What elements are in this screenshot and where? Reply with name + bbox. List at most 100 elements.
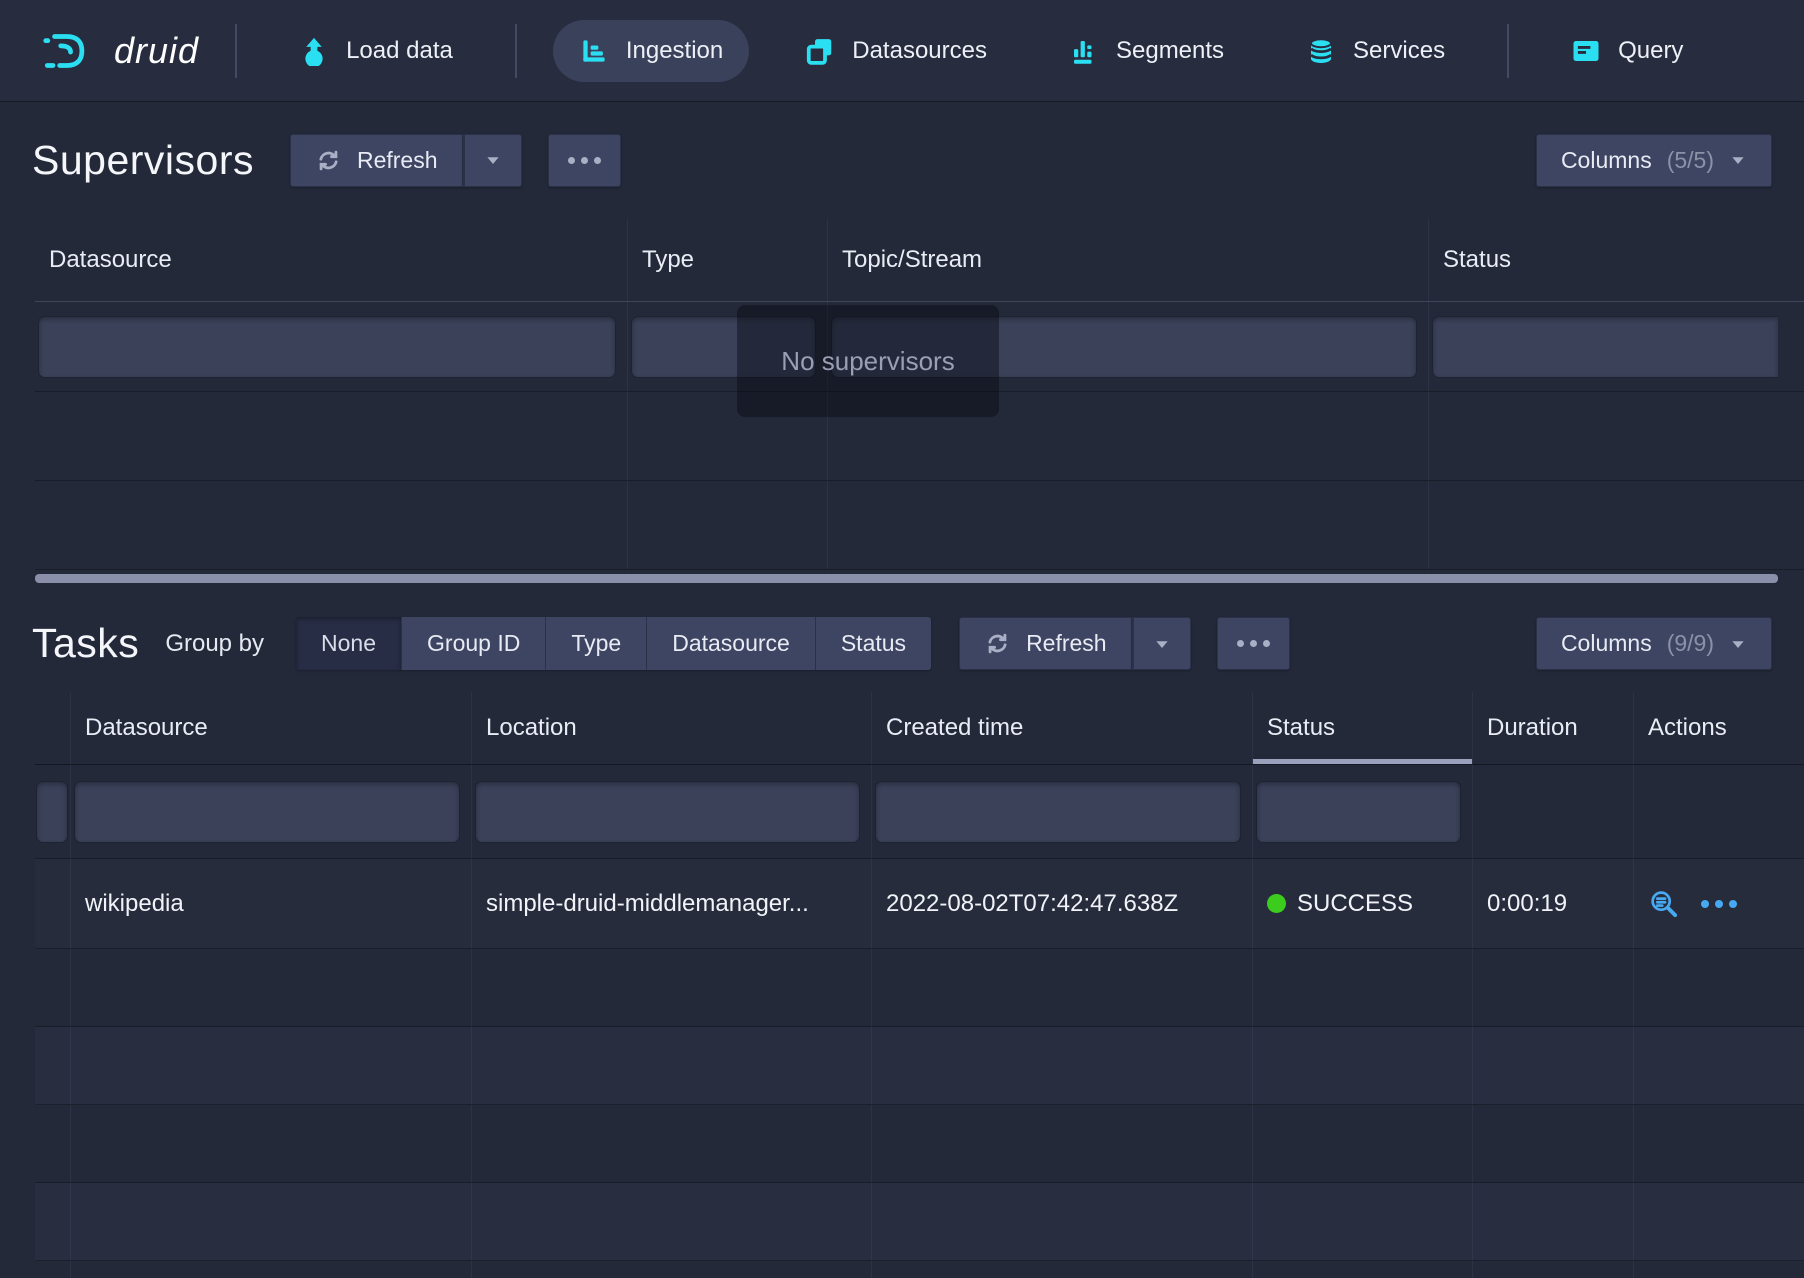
columns-count: (5/5) — [1667, 147, 1714, 174]
horizontal-scrollbar[interactable] — [35, 574, 1778, 583]
tasks-table: Datasource Location Created time Status … — [0, 692, 1804, 1278]
supervisors-table-header-row: Datasource Type Topic/Stream Status — [35, 219, 1804, 302]
column-header-status-sorted[interactable]: Status — [1253, 692, 1473, 764]
nav-item-label: Ingestion — [626, 37, 723, 65]
group-by-datasource-button[interactable]: Datasource — [647, 617, 816, 670]
filter-input-datasource[interactable] — [75, 782, 459, 842]
group-by-none-button[interactable]: None — [296, 617, 402, 670]
datasources-icon — [805, 36, 835, 66]
row-expander-cell — [35, 859, 71, 948]
task-row-wikipedia[interactable]: wikipedia simple-druid-middlemanager... … — [35, 859, 1804, 949]
empty-row — [35, 392, 1804, 481]
task-datasource: wikipedia — [71, 859, 472, 948]
chevron-down-icon — [1153, 635, 1171, 653]
task-status: SUCCESS — [1253, 859, 1473, 948]
status-success-dot — [1267, 894, 1286, 913]
filter-input-datasource[interactable] — [39, 317, 615, 377]
nav-item-label: Query — [1618, 37, 1683, 65]
nav-item-ingestion[interactable]: Ingestion — [553, 20, 749, 82]
tasks-title: Tasks — [32, 620, 139, 667]
refresh-label: Refresh — [1026, 630, 1107, 657]
refresh-label: Refresh — [357, 147, 438, 174]
task-location: simple-druid-middlemanager... — [472, 859, 872, 948]
brand[interactable]: druid — [38, 28, 199, 74]
filter-input-partial[interactable] — [37, 782, 67, 842]
filter-input-location[interactable] — [476, 782, 859, 842]
nav-item-label: Datasources — [852, 37, 987, 65]
empty-row — [35, 1261, 1804, 1278]
chevron-down-icon — [1729, 151, 1747, 169]
druid-console: druid Load data Ingestion — [0, 0, 1804, 1278]
group-by-status-button[interactable]: Status — [816, 617, 931, 670]
tasks-header: Tasks Group by None Group ID Type Dataso… — [0, 583, 1804, 692]
supervisors-refresh-options-button[interactable] — [463, 134, 522, 187]
column-header-duration[interactable]: Duration — [1473, 692, 1634, 764]
nav-item-services[interactable]: Services — [1280, 20, 1471, 82]
supervisors-refresh-button[interactable]: Refresh — [290, 134, 463, 187]
upload-icon — [299, 36, 329, 66]
nav-item-label: Services — [1353, 37, 1445, 65]
more-icon — [568, 157, 601, 164]
nav-divider — [1507, 24, 1509, 78]
supervisors-columns-button[interactable]: Columns (5/5) — [1536, 134, 1772, 187]
nav-divider — [235, 24, 237, 78]
refresh-icon — [984, 630, 1011, 657]
services-icon — [1306, 36, 1336, 66]
column-header-type[interactable]: Type — [628, 219, 828, 301]
supervisors-title: Supervisors — [32, 137, 254, 184]
empty-row — [35, 1105, 1804, 1183]
chevron-down-icon — [1729, 635, 1747, 653]
tasks-more-button[interactable] — [1217, 617, 1290, 670]
column-header-actions[interactable]: Actions — [1634, 692, 1778, 764]
columns-label: Columns — [1561, 630, 1652, 657]
tasks-refresh-options-button[interactable] — [1132, 617, 1191, 670]
druid-logo-icon — [38, 28, 100, 74]
nav-item-load-data[interactable]: Load data — [273, 20, 479, 82]
empty-row — [35, 949, 1804, 1027]
supervisors-header: Supervisors Refresh — [0, 101, 1804, 219]
refresh-icon — [315, 147, 342, 174]
search-detail-icon — [1648, 888, 1679, 919]
tasks-refresh-button[interactable]: Refresh — [959, 617, 1132, 670]
status-badge: SUCCESS — [1297, 890, 1413, 918]
task-more-actions-button[interactable] — [1701, 900, 1737, 908]
columns-label: Columns — [1561, 147, 1652, 174]
task-detail-button[interactable] — [1648, 888, 1679, 919]
tasks-table-header-row: Datasource Location Created time Status … — [35, 692, 1804, 765]
tasks-columns-button[interactable]: Columns (9/9) — [1536, 617, 1772, 670]
empty-row — [35, 481, 1804, 570]
filter-input-status[interactable] — [1433, 317, 1778, 377]
supervisors-refresh-split-button: Refresh — [290, 134, 522, 187]
nav-divider — [515, 24, 517, 78]
group-by-segmented-control: None Group ID Type Datasource Status — [296, 617, 931, 670]
empty-row — [35, 1183, 1804, 1261]
columns-count: (9/9) — [1667, 630, 1714, 657]
task-actions — [1634, 859, 1778, 948]
filter-input-topic-stream[interactable] — [832, 317, 1416, 377]
column-header-datasource[interactable]: Datasource — [35, 219, 628, 301]
segments-icon — [1069, 36, 1099, 66]
brand-name: druid — [114, 30, 199, 72]
ingestion-icon — [579, 36, 609, 66]
nav-item-query[interactable]: Query — [1545, 20, 1709, 82]
group-by-type-button[interactable]: Type — [546, 617, 647, 670]
column-header-status[interactable]: Status — [1429, 219, 1778, 301]
task-duration: 0:00:19 — [1473, 859, 1634, 948]
tasks-filter-row — [35, 765, 1804, 859]
column-header-datasource[interactable]: Datasource — [71, 692, 472, 764]
column-header-topic-stream[interactable]: Topic/Stream — [828, 219, 1429, 301]
filter-input-created-time[interactable] — [876, 782, 1240, 842]
nav-item-datasources[interactable]: Datasources — [779, 20, 1013, 82]
filter-input-status[interactable] — [1257, 782, 1460, 842]
column-header-location[interactable]: Location — [472, 692, 872, 764]
group-by-label: Group by — [165, 630, 264, 658]
column-header-created-time[interactable]: Created time — [872, 692, 1253, 764]
supervisors-more-button[interactable] — [548, 134, 621, 187]
empty-row — [35, 1027, 1804, 1105]
task-created-time: 2022-08-02T07:42:47.638Z — [872, 859, 1253, 948]
group-by-group-id-button[interactable]: Group ID — [402, 617, 546, 670]
filter-input-type[interactable] — [632, 317, 815, 377]
nav-item-label: Load data — [346, 37, 453, 65]
nav-item-label: Segments — [1116, 37, 1224, 65]
nav-item-segments[interactable]: Segments — [1043, 20, 1250, 82]
